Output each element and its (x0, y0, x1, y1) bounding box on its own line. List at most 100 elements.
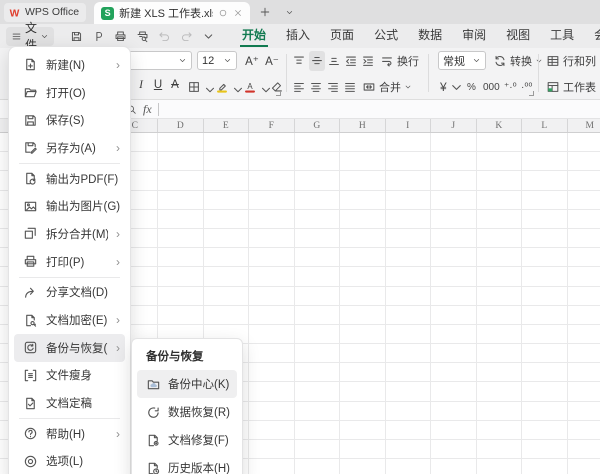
grid-cell[interactable] (431, 152, 477, 171)
align-left-button[interactable] (292, 77, 306, 97)
grid-cell[interactable] (340, 209, 386, 228)
grid-cell[interactable] (431, 228, 477, 248)
grid-cell[interactable] (249, 267, 295, 286)
align-center-button[interactable] (309, 77, 323, 97)
grid-cell[interactable] (204, 152, 249, 171)
grid-cell[interactable] (295, 324, 340, 344)
grid-cell[interactable] (295, 344, 340, 363)
grid-cell[interactable] (477, 363, 522, 382)
ribbon-tab[interactable]: 会员专享 (584, 24, 600, 48)
grid-cell[interactable] (522, 324, 568, 344)
thousands-button[interactable]: 000 (483, 77, 500, 97)
submenu-item[interactable]: 文档修复(F) (137, 426, 237, 454)
align-right-button[interactable] (326, 77, 340, 97)
grid-cell[interactable] (431, 440, 477, 459)
grid-cell[interactable] (431, 286, 477, 305)
grid-cell[interactable] (431, 344, 477, 363)
grid-cell[interactable] (158, 267, 204, 286)
grid-cell[interactable] (295, 286, 340, 305)
grid-cell[interactable] (477, 133, 522, 152)
valign-top-button[interactable] (292, 51, 306, 71)
font-color-button[interactable]: A (243, 77, 257, 97)
dialog-launcher-icon[interactable] (276, 91, 281, 96)
file-menu-item[interactable]: 文档定稿 (14, 389, 125, 417)
grid-cell[interactable] (568, 229, 600, 247)
grid-cell[interactable] (522, 401, 568, 420)
grid-cell[interactable] (477, 248, 522, 267)
grid-cell[interactable] (158, 152, 204, 171)
convert-button[interactable]: 转换 (493, 51, 543, 71)
grid-cell[interactable] (386, 401, 431, 420)
grid-cell[interactable] (568, 287, 600, 305)
grid-cell[interactable] (522, 190, 568, 209)
ribbon-tab[interactable]: 开始 (232, 24, 276, 48)
strikethrough-button[interactable]: A (167, 79, 183, 91)
dialog-launcher-icon[interactable] (529, 91, 534, 96)
currency-button[interactable]: ¥ (440, 77, 464, 97)
worksheet-button[interactable]: 工作表 (546, 77, 600, 97)
grid-cell[interactable] (204, 133, 249, 152)
decrease-indent-button[interactable] (344, 51, 358, 71)
column-header[interactable]: I (386, 119, 431, 132)
submenu-item[interactable]: 数据恢复(R) (137, 398, 237, 426)
grid-cell[interactable] (340, 286, 386, 305)
column-header[interactable]: H (340, 119, 386, 132)
column-header[interactable]: G (295, 119, 340, 132)
grid-cell[interactable] (204, 209, 249, 228)
grid-cell[interactable] (386, 228, 431, 248)
grid-cell[interactable] (568, 210, 600, 228)
grid-cell[interactable] (386, 363, 431, 382)
grid-cell[interactable] (249, 133, 295, 152)
column-header[interactable]: E (204, 119, 249, 132)
grid-cell[interactable] (340, 324, 386, 344)
grid-cell[interactable] (386, 344, 431, 363)
grid-cell[interactable] (249, 171, 295, 190)
grid-cell[interactable] (522, 382, 568, 401)
column-header[interactable]: L (522, 119, 568, 132)
grid-cell[interactable] (340, 440, 386, 459)
grid-cell[interactable] (204, 286, 249, 305)
underline-button[interactable]: U (150, 79, 166, 91)
grid-cell[interactable] (340, 267, 386, 286)
grid-cell[interactable] (431, 267, 477, 286)
grid-cell[interactable] (431, 190, 477, 209)
ribbon-tab[interactable]: 页面 (320, 24, 364, 48)
grid-cell[interactable] (431, 382, 477, 401)
justify-button[interactable] (343, 77, 357, 97)
file-menu-item[interactable]: 拆分合并(M) › (14, 220, 125, 248)
grid-cell[interactable] (340, 228, 386, 248)
percent-button[interactable]: % (467, 77, 476, 97)
grid-cell[interactable] (568, 267, 600, 285)
grid-cell[interactable] (477, 209, 522, 228)
tab-list-chevron-icon[interactable] (280, 3, 298, 21)
grid-cell[interactable] (158, 190, 204, 209)
grid-cell[interactable] (340, 133, 386, 152)
undo-icon[interactable] (154, 26, 174, 46)
grid-cell[interactable] (431, 133, 477, 152)
export-pdf-quick-icon[interactable] (88, 26, 108, 46)
grid-cell[interactable] (249, 382, 295, 401)
grid-cell[interactable] (158, 248, 204, 267)
grid-cell[interactable] (249, 228, 295, 248)
grid-cell[interactable] (204, 190, 249, 209)
grid-cell[interactable] (477, 382, 522, 401)
grid-cell[interactable] (522, 440, 568, 459)
grid-cell[interactable] (204, 267, 249, 286)
grid-cell[interactable] (522, 267, 568, 286)
grid-cell[interactable] (477, 171, 522, 190)
shrink-font-button[interactable]: A⁻ (264, 54, 280, 68)
grid-cell[interactable] (158, 171, 204, 190)
grid-cell[interactable] (340, 190, 386, 209)
grid-cell[interactable] (568, 152, 600, 170)
grid-cell[interactable] (431, 401, 477, 420)
ribbon-tab[interactable]: 公式 (364, 24, 408, 48)
grid-cell[interactable] (386, 440, 431, 459)
grid-cell[interactable] (295, 440, 340, 459)
grid-cell[interactable] (158, 286, 204, 305)
new-tab-button[interactable] (256, 3, 274, 21)
grid-cell[interactable] (295, 267, 340, 286)
ribbon-tab[interactable]: 视图 (496, 24, 540, 48)
grid-cell[interactable] (386, 286, 431, 305)
grid-cell[interactable] (386, 133, 431, 152)
grid-cell[interactable] (522, 286, 568, 305)
